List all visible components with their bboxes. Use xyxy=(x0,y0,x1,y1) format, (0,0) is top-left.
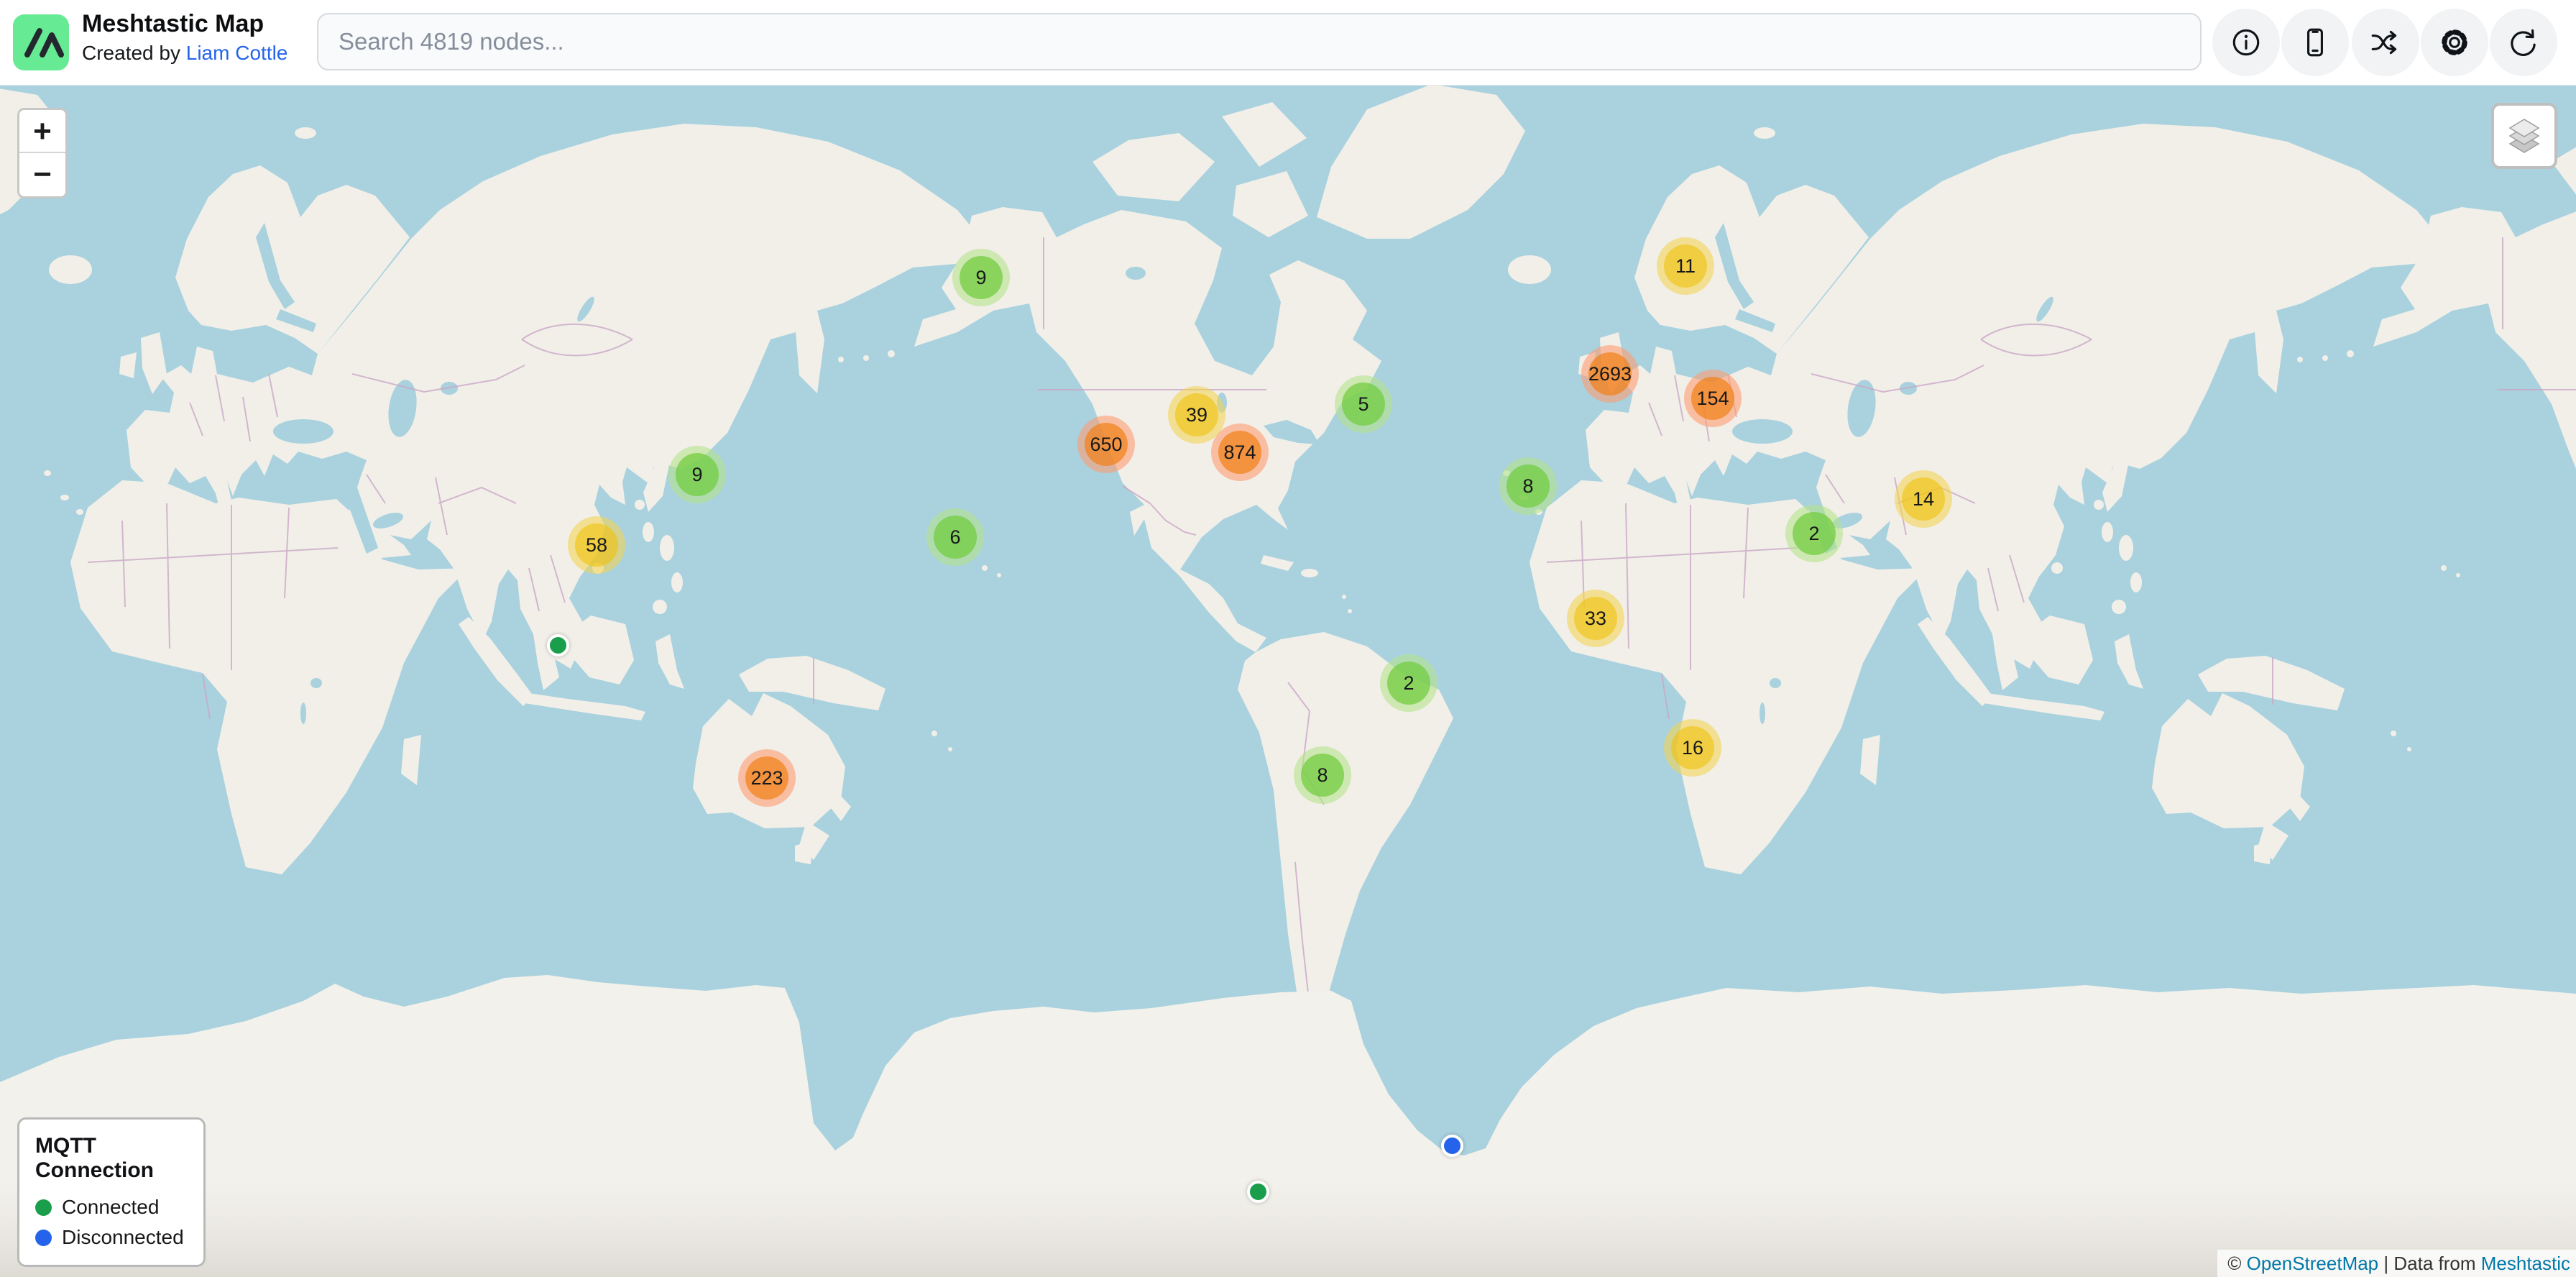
refresh-icon xyxy=(2507,26,2540,59)
world-map xyxy=(0,85,2576,1277)
byline-prefix: Created by xyxy=(82,42,186,64)
author-link[interactable]: Liam Cottle xyxy=(186,42,288,64)
meshtastic-link[interactable]: Meshtastic xyxy=(2481,1253,2570,1274)
legend-item-disconnected: Disconnected xyxy=(35,1226,188,1249)
cluster-marker[interactable]: 58 xyxy=(568,516,625,574)
mobile-icon xyxy=(2299,26,2332,59)
cluster-marker[interactable]: 2693 xyxy=(1581,345,1639,403)
cluster-marker[interactable]: 6 xyxy=(926,508,984,566)
attribution: © OpenStreetMap | Data from Meshtastic xyxy=(2217,1250,2576,1277)
mqtt-legend: MQTT Connection Connected Disconnected xyxy=(17,1117,206,1267)
legend-label: Disconnected xyxy=(62,1226,184,1249)
cluster-marker[interactable]: 2 xyxy=(1785,505,1843,562)
attribution-middle: | Data from xyxy=(2378,1253,2481,1274)
layers-icon xyxy=(2503,115,2545,157)
shuffle-icon xyxy=(2369,26,2402,59)
zoom-out-button[interactable]: − xyxy=(19,153,65,196)
cluster-marker[interactable]: 33 xyxy=(1567,590,1624,647)
cluster-marker[interactable]: 8 xyxy=(1499,457,1557,515)
cluster-marker[interactable]: 9 xyxy=(668,446,726,503)
meshtastic-logo-icon xyxy=(13,14,69,70)
disconnected-dot-icon xyxy=(35,1230,52,1246)
zoom-control: + − xyxy=(17,108,68,198)
map-canvas[interactable]: + − 911269315439874650581429586331628223… xyxy=(0,85,2576,1277)
cluster-marker[interactable]: 2 xyxy=(1380,654,1438,712)
refresh-button[interactable] xyxy=(2490,9,2557,76)
cluster-marker[interactable]: 154 xyxy=(1684,370,1742,427)
search-input[interactable] xyxy=(317,13,2202,70)
cluster-marker[interactable]: 223 xyxy=(738,749,796,807)
zoom-in-button[interactable]: + xyxy=(19,110,65,153)
cluster-marker[interactable]: 5 xyxy=(1335,375,1392,433)
cluster-marker[interactable]: 650 xyxy=(1077,416,1135,473)
node-marker-connected[interactable] xyxy=(1247,1181,1269,1203)
random-node-button[interactable] xyxy=(2352,9,2419,76)
legend-label: Connected xyxy=(62,1196,159,1219)
cluster-marker[interactable]: 8 xyxy=(1294,746,1351,804)
settings-button[interactable] xyxy=(2421,9,2488,76)
cluster-marker[interactable]: 11 xyxy=(1657,237,1714,295)
header-bar: Meshtastic Map Created by Liam Cottle xyxy=(0,0,2576,86)
byline: Created by Liam Cottle xyxy=(82,39,288,68)
osm-link[interactable]: OpenStreetMap xyxy=(2247,1253,2379,1274)
node-marker-connected[interactable] xyxy=(547,634,569,656)
cluster-marker[interactable]: 874 xyxy=(1211,424,1269,481)
meshtastic-map-app: Meshtastic Map Created by Liam Cottle xyxy=(0,0,2576,1277)
info-button[interactable] xyxy=(2212,9,2280,76)
info-icon xyxy=(2230,26,2263,59)
connected-dot-icon xyxy=(35,1199,52,1216)
cluster-marker[interactable]: 9 xyxy=(952,249,1010,306)
gear-icon xyxy=(2438,26,2471,59)
copyright-text: © xyxy=(2227,1253,2246,1274)
page-title: Meshtastic Map xyxy=(82,9,288,39)
legend-title: MQTT Connection xyxy=(35,1134,188,1183)
legend-item-connected: Connected xyxy=(35,1196,188,1219)
mobile-app-button[interactable] xyxy=(2281,9,2349,76)
layers-control[interactable] xyxy=(2491,103,2557,169)
node-marker-disconnected[interactable] xyxy=(1441,1135,1463,1157)
title-block: Meshtastic Map Created by Liam Cottle xyxy=(82,9,288,68)
cluster-marker[interactable]: 14 xyxy=(1895,470,1952,528)
cluster-marker[interactable]: 16 xyxy=(1664,719,1721,777)
